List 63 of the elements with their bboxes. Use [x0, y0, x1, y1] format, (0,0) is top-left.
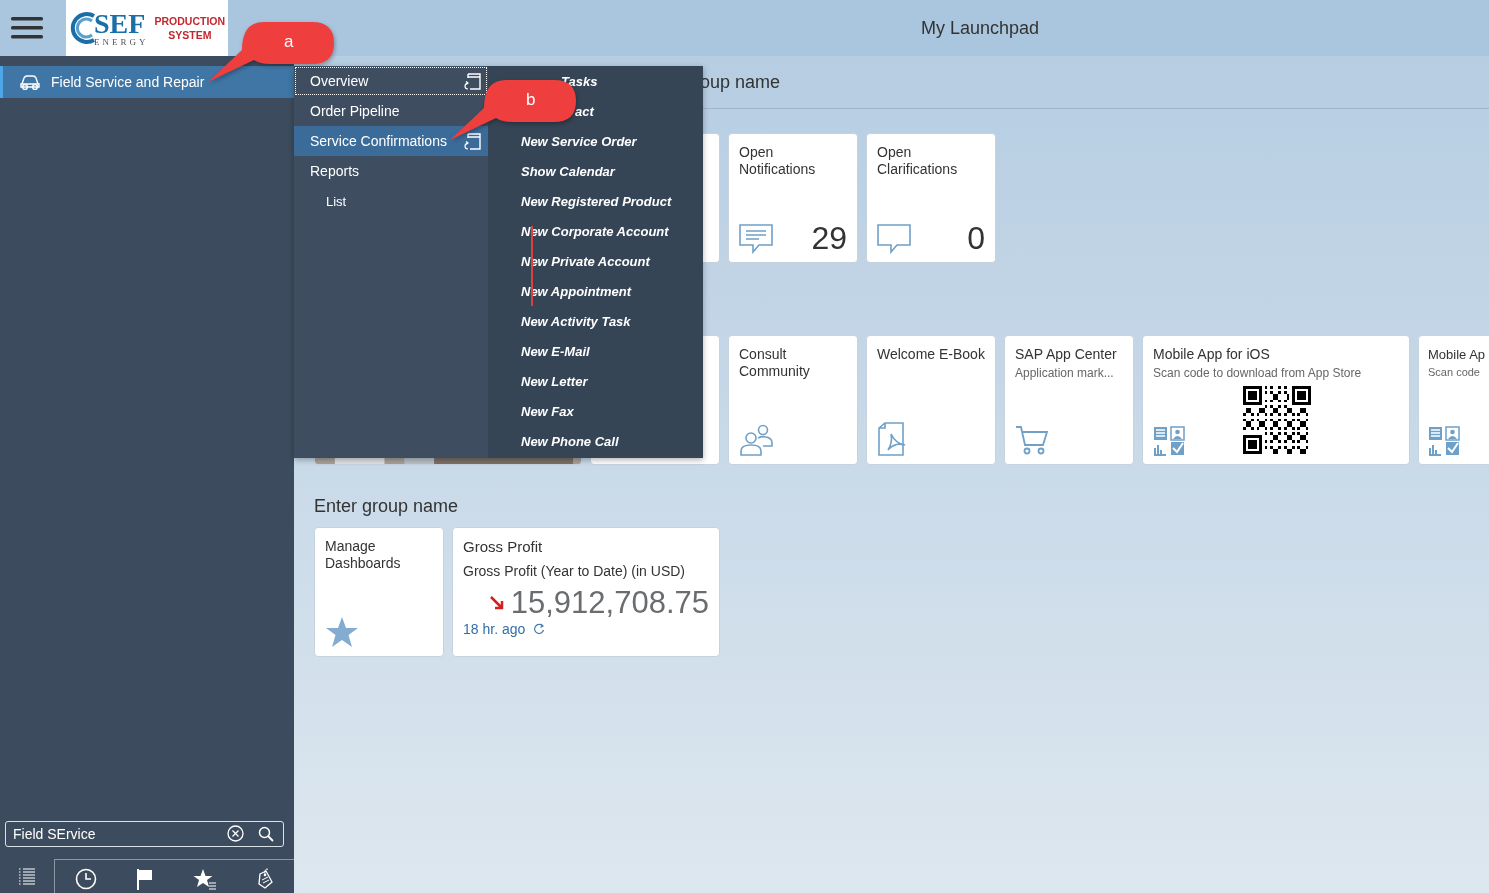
kpi-value: 15,912,708.75 [510, 585, 709, 621]
favorites-icon[interactable] [193, 867, 218, 890]
tile[interactable]: Welcome E-Book [866, 335, 996, 465]
tile-subtitle: Scan code to download from App Store [1153, 366, 1363, 380]
tile-subtitle: Scan code [1428, 366, 1481, 378]
tile[interactable]: Open Notifications 29 [728, 133, 858, 263]
quick-action-link[interactable]: New Phone Call [521, 433, 619, 449]
quick-action-link[interactable]: New Activity Task [521, 313, 631, 329]
cart-icon [1015, 424, 1049, 456]
launch-icon[interactable] [463, 72, 481, 90]
tile-title: Welcome E-Book [877, 346, 985, 363]
refresh-icon[interactable] [534, 623, 546, 635]
tile[interactable]: Open Clarifications 0 [866, 133, 996, 263]
quick-action-link[interactable]: New Service Order [521, 133, 637, 149]
message-lines-icon [739, 224, 773, 254]
people-icon [739, 424, 773, 456]
refresh-time: 18 hr. ago [463, 621, 526, 637]
tile-subtitle: Application mark... [1015, 366, 1115, 380]
menu-icon[interactable] [11, 16, 43, 40]
quick-action-link[interactable]: act [575, 103, 594, 119]
menu-item[interactable]: Service Confirmations [294, 126, 488, 156]
qr-code [1243, 386, 1311, 454]
app-tiles-icon [1428, 426, 1460, 456]
tile[interactable]: Mobile Ap Scan code [1418, 335, 1489, 465]
app-tiles-icon [1153, 426, 1185, 456]
tile-count: 29 [811, 222, 847, 254]
flag-icon[interactable] [135, 867, 154, 890]
menu-item[interactable]: Reports [294, 156, 488, 186]
clear-icon[interactable] [227, 825, 244, 842]
group-title: Enter group name [314, 495, 459, 517]
quick-action-link[interactable]: New Registered Product [521, 193, 672, 209]
tile[interactable]: Mobile App for iOS Scan code to download from App Store [1142, 335, 1410, 465]
page-title: My Launchpad [921, 17, 1040, 39]
tile-title: Consult Community [739, 346, 811, 380]
search-icon[interactable] [258, 826, 274, 842]
quick-action-link[interactable]: New Letter [521, 373, 588, 389]
sidebar-item[interactable]: Field Service and Repair [0, 66, 294, 98]
tile-title: Gross Profit [463, 538, 544, 555]
tile-title: Mobile Ap [1428, 346, 1487, 363]
clock-icon[interactable] [74, 867, 97, 890]
tile-title: Open Notifications [739, 144, 817, 178]
tile-title: Mobile App for iOS [1153, 346, 1271, 363]
tag-icon[interactable] [256, 867, 275, 890]
tile-subtitle: Gross Profit (Year to Date) (in USD) [463, 563, 686, 579]
search-field[interactable]: Field SErvice [5, 821, 284, 847]
menu-item[interactable]: Overview [294, 66, 488, 96]
list-icon[interactable] [18, 866, 36, 886]
quick-action-link[interactable]: New E-Mail [521, 343, 590, 359]
tile[interactable]: Gross Profit Gross Profit (Year to Date) (in USD) 15,912,708.75 18 hr. ago [452, 527, 720, 657]
star-icon [325, 616, 359, 648]
tile-title: Open Clarifications [877, 144, 959, 178]
menu-item[interactable]: List [294, 186, 488, 216]
car-icon [19, 73, 41, 91]
tile-count: 0 [967, 222, 985, 254]
tile[interactable]: Consult Community [728, 335, 858, 465]
speech-bubble-icon [877, 224, 911, 254]
quick-action-link[interactable]: Show Calendar [521, 163, 615, 179]
tile[interactable]: SAP App Center Application mark... [1004, 335, 1134, 465]
launch-icon[interactable] [463, 132, 481, 150]
tile-title: SAP App Center [1015, 346, 1118, 363]
tile[interactable]: Manage Dashboards [314, 527, 444, 657]
quick-action-link[interactable]: New Fax [521, 403, 574, 419]
tile-title: Manage Dashboards [325, 538, 402, 572]
